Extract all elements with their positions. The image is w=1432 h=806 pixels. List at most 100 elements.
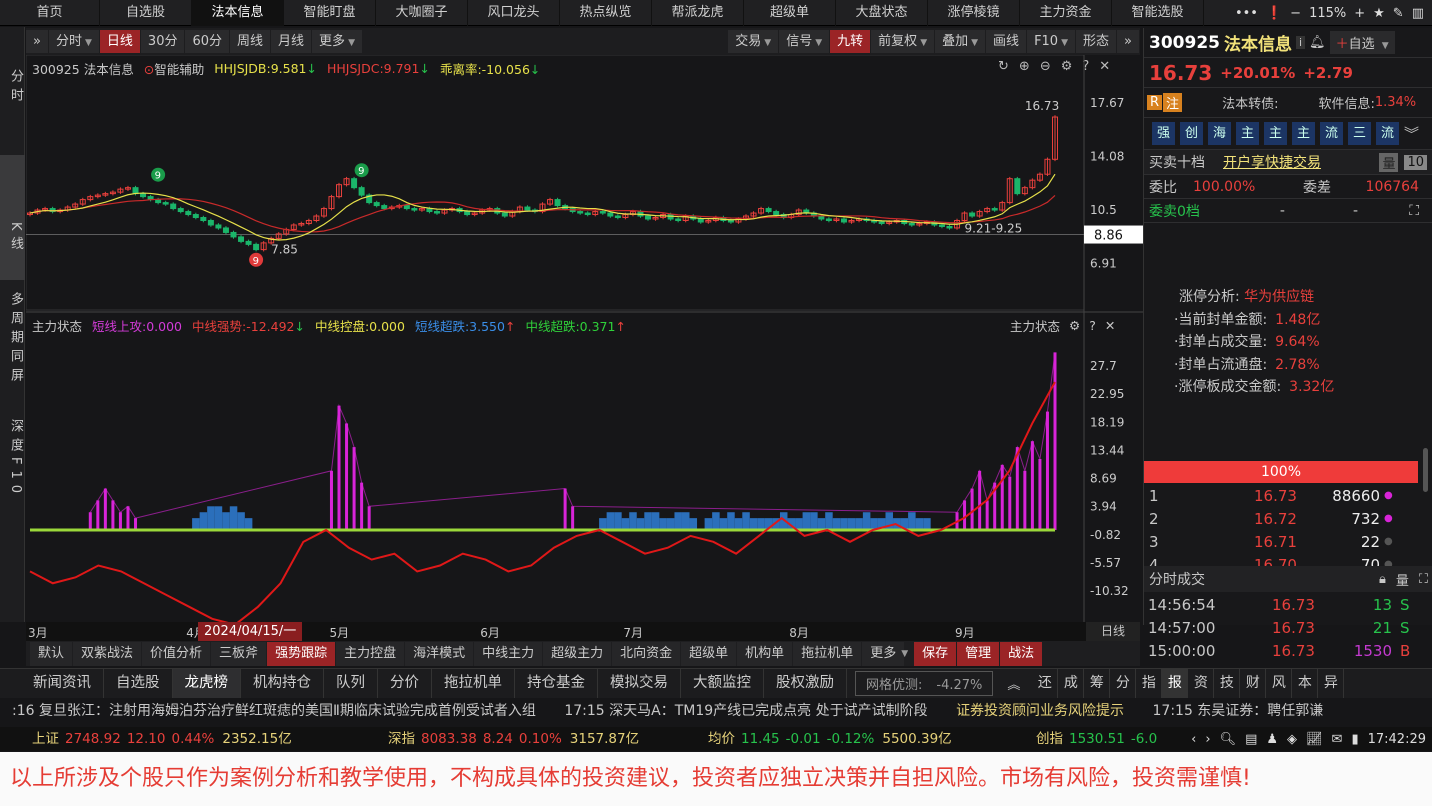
bid-row[interactable]: 2 16.72 732 ● bbox=[1144, 507, 1432, 530]
pen-icon[interactable]: ✎ bbox=[1393, 6, 1404, 21]
nav-tab[interactable]: 首页 bbox=[0, 0, 100, 26]
toolbar-button[interactable]: F10 ▼ bbox=[1027, 30, 1076, 53]
toolbar-button[interactable]: 日线 bbox=[99, 30, 140, 53]
nav-tab[interactable]: 涨停棱镜 bbox=[928, 0, 1020, 26]
toolbar-button[interactable]: 周线 bbox=[230, 30, 271, 53]
toolbar-button[interactable]: 60分 bbox=[185, 30, 230, 53]
side-tab[interactable]: 报 bbox=[1162, 669, 1189, 698]
nav-tab[interactable]: 大咖圈子 bbox=[376, 0, 468, 26]
bid-row[interactable]: 3 16.71 22 ● bbox=[1144, 530, 1432, 553]
news-item[interactable]: 17:15 东吴证券：聘任郭谦 bbox=[1153, 703, 1324, 719]
bottom-tab[interactable]: 队列 bbox=[324, 669, 378, 698]
expand-icon[interactable]: ⛶ bbox=[1409, 203, 1419, 219]
bottom-tab[interactable]: 分价 bbox=[378, 669, 432, 698]
strategy-tab[interactable]: 超级主力 bbox=[543, 641, 612, 666]
toolbar-button[interactable]: 月线 bbox=[271, 30, 312, 53]
strategy-action-button[interactable]: 战法 bbox=[1000, 641, 1043, 666]
nav-tab[interactable]: 风口龙头 bbox=[468, 0, 560, 26]
side-tab[interactable]: 筹 bbox=[1084, 669, 1111, 698]
info-icon[interactable]: i bbox=[1295, 36, 1306, 49]
nav-tab[interactable]: 智能选股 bbox=[1112, 0, 1204, 26]
risk-notice-link[interactable]: 证券投资顾问业务风险提示 bbox=[956, 703, 1124, 719]
volume-icon[interactable]: 量 bbox=[1396, 570, 1409, 589]
zoom-out-icon[interactable]: − bbox=[1290, 6, 1301, 21]
zoom-in-icon[interactable]: + bbox=[1354, 6, 1365, 21]
side-tab[interactable]: 风 bbox=[1266, 669, 1293, 698]
bottom-tab[interactable]: 拖拉机单 bbox=[432, 669, 515, 698]
strategy-tab[interactable]: 三板斧 bbox=[211, 641, 267, 666]
message-icon[interactable]: ✉ bbox=[1332, 732, 1343, 747]
strategy-tab[interactable]: 更多 bbox=[862, 641, 905, 666]
view-1[interactable]: K线 bbox=[0, 155, 25, 280]
news-item[interactable]: 17:15 深天马A：TM19产线已完成点亮 处于试产试制阶段 bbox=[564, 703, 927, 719]
chevron-down-icon[interactable]: ︾ bbox=[1404, 123, 1419, 144]
star-icon[interactable]: ★ bbox=[1373, 6, 1385, 21]
side-tab[interactable]: 还 bbox=[1032, 669, 1059, 698]
sector-label[interactable]: 软件信息: bbox=[1318, 93, 1374, 112]
toolbar-button[interactable]: 分时 ▼ bbox=[48, 30, 99, 53]
toolbar-button[interactable]: 30分 bbox=[140, 30, 185, 53]
strategy-action-button[interactable]: 管理 bbox=[957, 641, 1000, 666]
strategy-tab[interactable]: 海洋模式 bbox=[405, 641, 474, 666]
concept-tag[interactable]: 主 bbox=[1292, 122, 1315, 145]
location-icon[interactable]: ◈ bbox=[1287, 732, 1297, 747]
nav-tab[interactable]: 自选股 bbox=[100, 0, 192, 26]
nav-tab[interactable]: 热点纵览 bbox=[560, 0, 652, 26]
index-quote[interactable]: 深指 8083.38 8.24 0.10% 3157.87亿 bbox=[388, 727, 639, 751]
side-tab[interactable]: 成 bbox=[1058, 669, 1085, 698]
bottom-tab[interactable]: 新闻资讯 bbox=[0, 669, 104, 698]
index-quote[interactable]: 创指 1530.51 -6.0 bbox=[1036, 727, 1171, 751]
toolbar-button[interactable]: 画线 bbox=[986, 30, 1027, 53]
toolbar-button[interactable]: 信号 ▼ bbox=[779, 30, 830, 53]
view-3[interactable]: 深度F10 bbox=[0, 419, 25, 499]
kline-chart[interactable]: 17.67 14.08 10.5 6.91 8.86 9 9 7.85 9 9.21-9.25 16… bbox=[26, 55, 1143, 622]
toolbar-button[interactable]: 叠加 ▼ bbox=[935, 30, 986, 53]
badge-note[interactable]: 注 bbox=[1163, 93, 1183, 112]
concept-tag[interactable]: 流 bbox=[1320, 122, 1343, 145]
toolbar-button[interactable]: 交易 ▼ bbox=[728, 30, 779, 53]
person-icon[interactable]: ♟ bbox=[1266, 732, 1278, 747]
nav-tab[interactable]: 帮派龙虎 bbox=[652, 0, 744, 26]
toolbar-button[interactable]: 九转 bbox=[830, 30, 871, 53]
next-icon[interactable]: › bbox=[1205, 732, 1210, 747]
prev-icon[interactable]: ‹ bbox=[1191, 732, 1196, 747]
strategy-tab[interactable]: 超级单 bbox=[681, 641, 737, 666]
toolbar-button[interactable]: 前复权 ▼ bbox=[871, 30, 935, 53]
bottom-tab[interactable]: 龙虎榜 bbox=[172, 669, 241, 698]
bell-icon[interactable]: 🔔︎ bbox=[1309, 35, 1326, 50]
grid-forecast[interactable]: 网格优测: -4.27% bbox=[855, 671, 994, 696]
convertible-bond[interactable]: 法本转债: bbox=[1222, 93, 1278, 112]
concept-tag[interactable]: 创 bbox=[1180, 122, 1203, 145]
search-icon[interactable]: 🔍︎ bbox=[1220, 732, 1237, 747]
concept-tag[interactable]: 流 bbox=[1376, 122, 1399, 145]
side-tab[interactable]: 财 bbox=[1240, 669, 1267, 698]
nav-tab[interactable]: 大盘状态 bbox=[836, 0, 928, 26]
expand-icon[interactable]: ⛶ bbox=[1419, 572, 1428, 587]
strategy-tab[interactable]: 强势跟踪 bbox=[267, 641, 336, 666]
volume-icon[interactable]: 量 bbox=[1379, 152, 1399, 172]
concept-tag[interactable]: 主 bbox=[1264, 122, 1287, 145]
strategy-tab[interactable]: 中线主力 bbox=[474, 641, 543, 666]
news-item[interactable]: :16 复旦张江：注射用海姆泊芬治疗鲜红斑痣的美国Ⅱ期临床试验完成首例受试者入组 bbox=[12, 703, 536, 719]
chart-icon[interactable]: 📈︎ bbox=[1306, 732, 1323, 747]
add-favorite-button[interactable]: ＋自选 ▼ bbox=[1329, 31, 1395, 54]
view-2[interactable]: 多周期同屏 bbox=[0, 292, 25, 387]
concept-tag[interactable]: 强 bbox=[1152, 122, 1175, 145]
strategy-tab[interactable]: 北向资金 bbox=[612, 641, 681, 666]
open-account-link[interactable]: 开户享快捷交易 bbox=[1223, 152, 1321, 172]
bottom-tab[interactable]: 模拟交易 bbox=[598, 669, 681, 698]
concept-tag[interactable]: 海 bbox=[1208, 122, 1231, 145]
bottom-tab[interactable]: 持仓基金 bbox=[515, 669, 598, 698]
side-tab[interactable]: 本 bbox=[1292, 669, 1319, 698]
concept-tag[interactable]: 主 bbox=[1236, 122, 1259, 145]
collapse-icon[interactable]: » bbox=[26, 30, 48, 53]
bottom-tab[interactable]: 股权激励 bbox=[764, 669, 847, 698]
strategy-tab[interactable]: 默认 bbox=[30, 641, 73, 666]
levels-button[interactable]: 10 bbox=[1404, 154, 1427, 170]
strategy-tab[interactable]: 主力控盘 bbox=[336, 641, 405, 666]
bid-row[interactable]: 1 16.73 88660 ● bbox=[1144, 484, 1432, 507]
limit-concept[interactable]: 华为供应链 bbox=[1244, 289, 1314, 305]
expand-icon[interactable]: » bbox=[1117, 30, 1139, 53]
strategy-action-button[interactable]: 保存 bbox=[914, 641, 957, 666]
nav-tab[interactable]: 智能盯盘 bbox=[284, 0, 376, 26]
